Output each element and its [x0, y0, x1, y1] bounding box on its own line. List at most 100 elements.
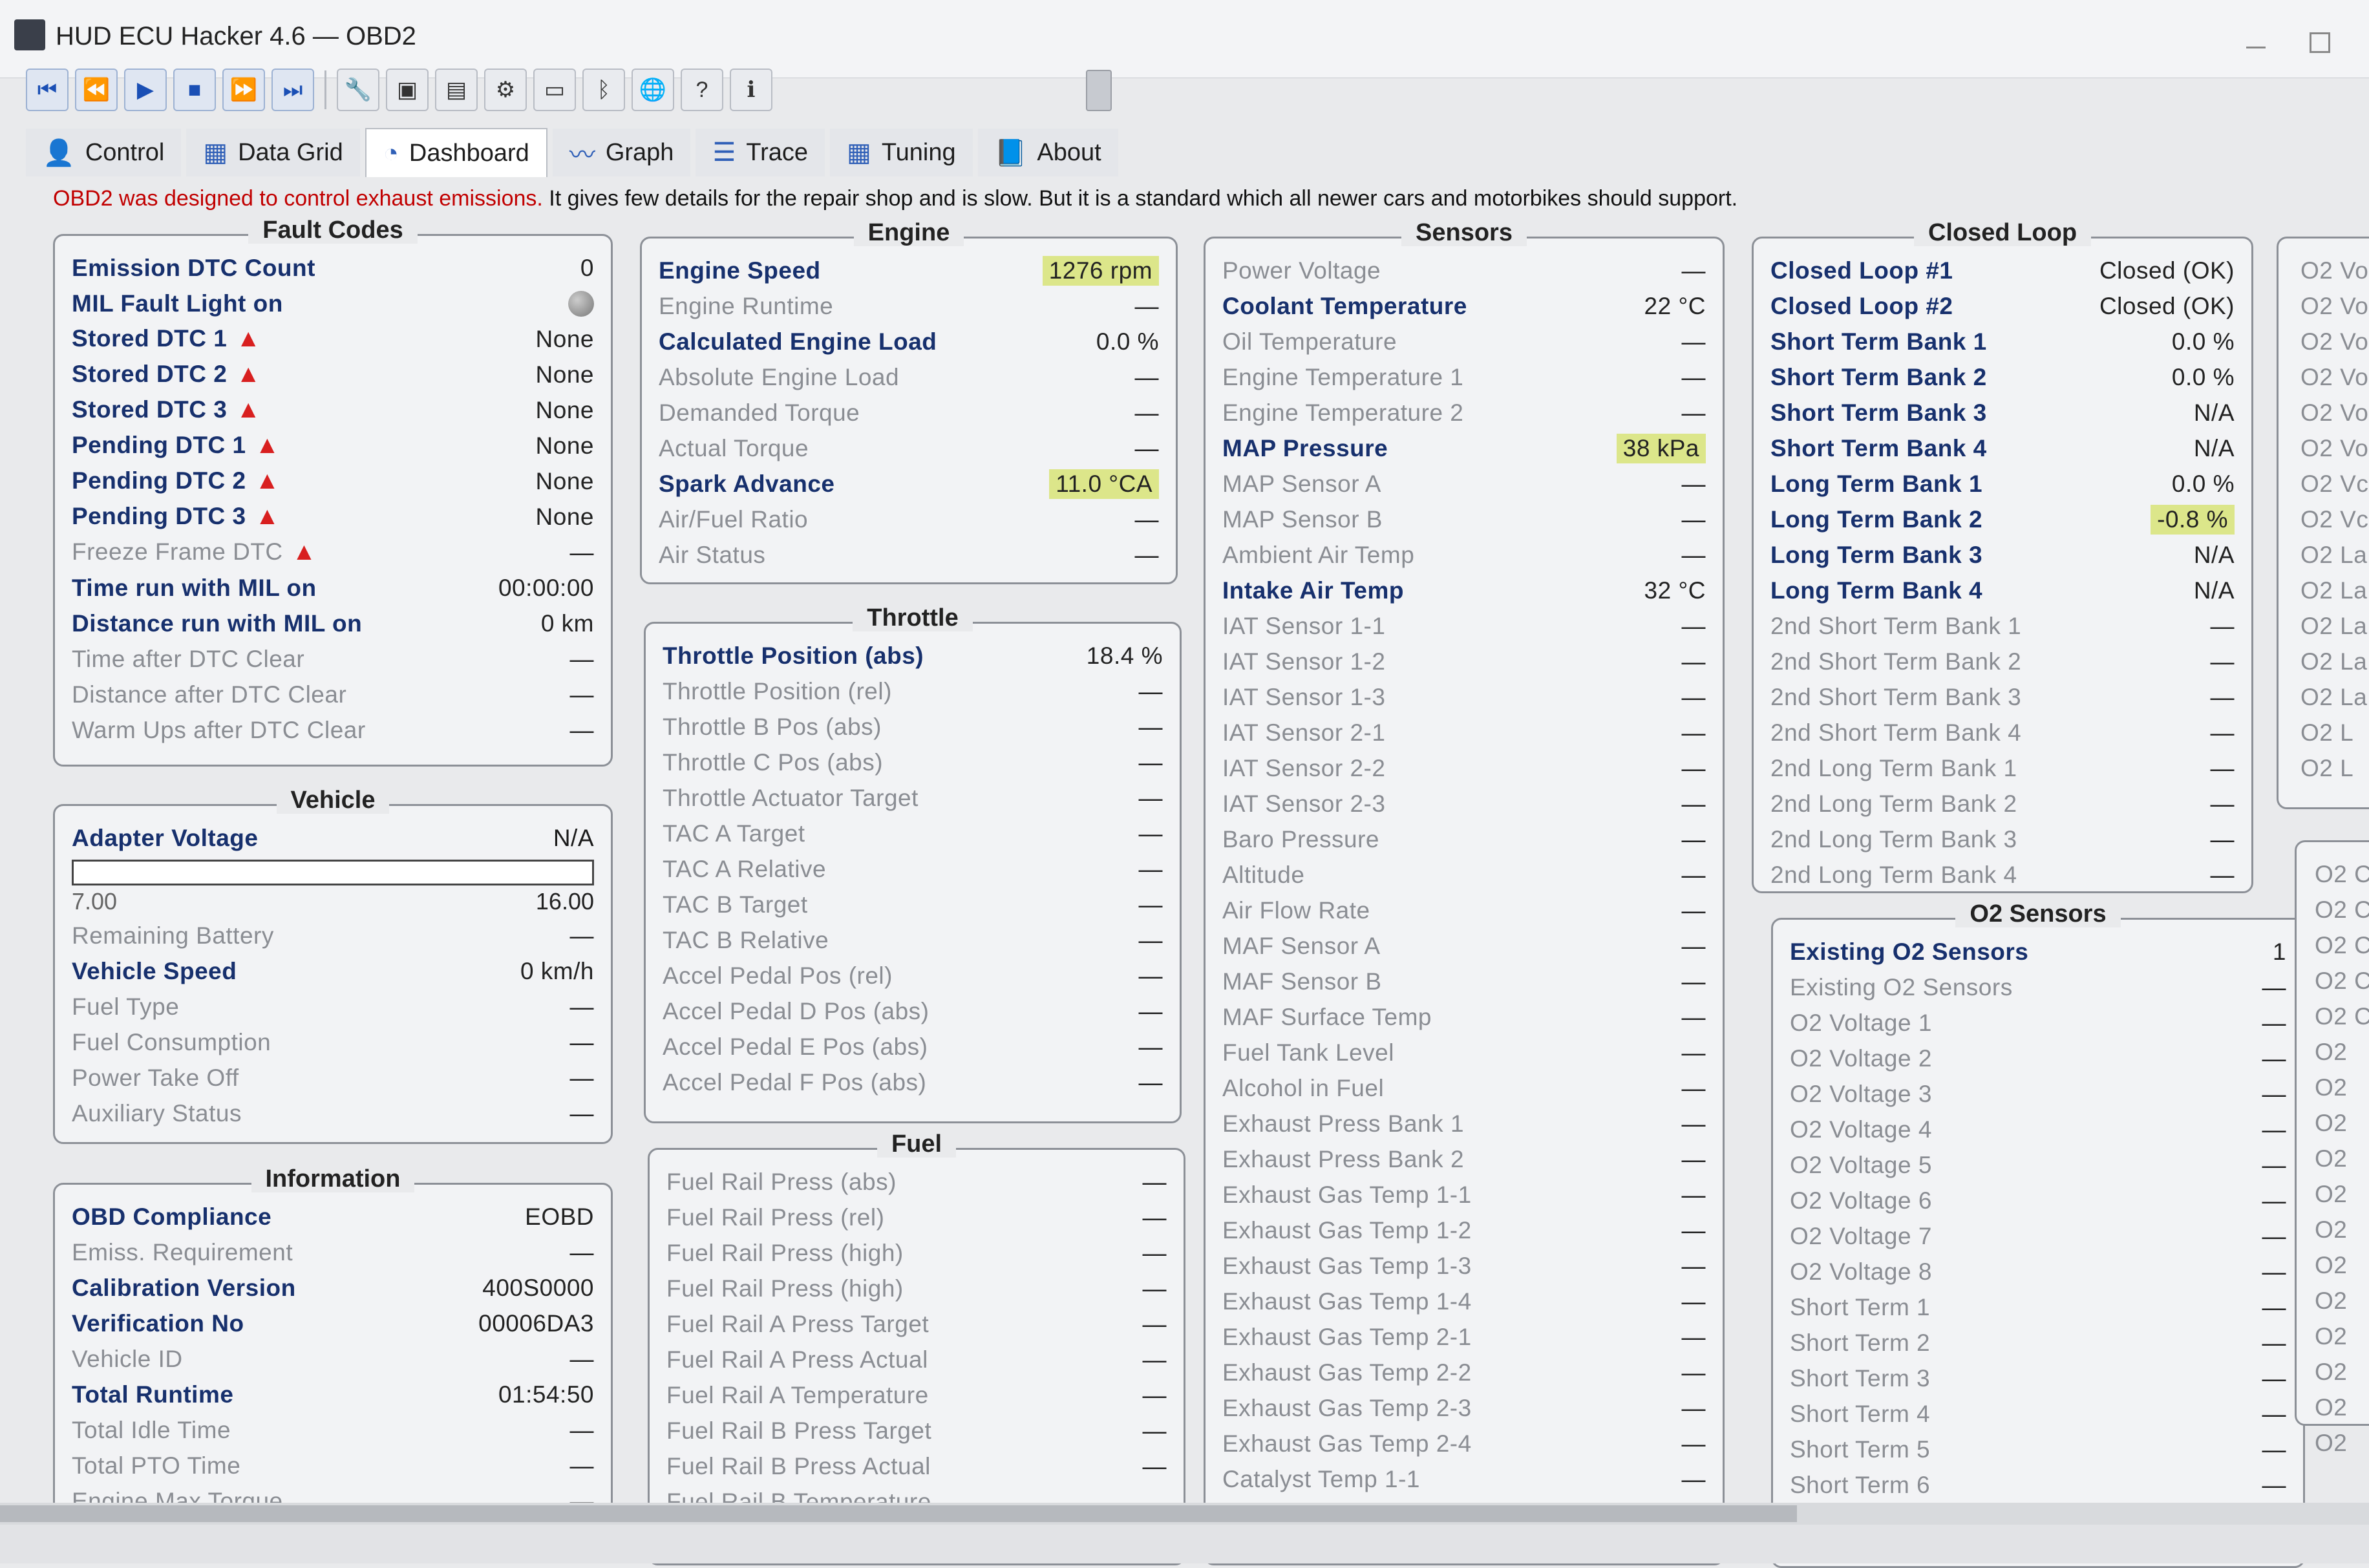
data-row[interactable]: IAT Sensor 1-1 —: [1222, 608, 1706, 644]
data-row[interactable]: Vehicle Speed 0 km/h: [72, 953, 594, 989]
data-row[interactable]: Fuel Rail A Press Target —: [666, 1306, 1167, 1342]
data-row[interactable]: Short Term Bank 3 N/A: [1770, 395, 2235, 430]
data-row[interactable]: Long Term Bank 2 -0.8 %: [1770, 502, 2235, 537]
data-row[interactable]: Fuel Rail A Press Actual —: [666, 1342, 1167, 1377]
data-row[interactable]: Short Term 3 —: [1790, 1361, 2286, 1396]
data-row[interactable]: Ambient Air Temp —: [1222, 537, 1706, 573]
data-row[interactable]: Time after DTC Clear —: [72, 641, 594, 677]
data-row[interactable]: Accel Pedal E Pos (abs) —: [663, 1029, 1163, 1065]
data-row[interactable]: O2 Voltage 3 —: [1790, 1076, 2286, 1112]
data-row[interactable]: Accel Pedal Pos (rel) —: [663, 958, 1163, 993]
data-row[interactable]: OBD Compliance EOBD: [72, 1199, 594, 1234]
maximize-button[interactable]: [2310, 32, 2330, 53]
data-row[interactable]: 2nd Long Term Bank 1 —: [1770, 750, 2235, 786]
data-row[interactable]: Fuel Consumption —: [72, 1024, 594, 1060]
data-row[interactable]: Exhaust Gas Temp 2-4 —: [1222, 1426, 1706, 1461]
horizontal-scrollbar[interactable]: [0, 1503, 2369, 1525]
data-row[interactable]: Remaining Battery —: [72, 918, 594, 953]
data-row[interactable]: IAT Sensor 2-1 —: [1222, 715, 1706, 750]
data-row[interactable]: Long Term Bank 3 N/A: [1770, 537, 2235, 573]
data-row[interactable]: Vehicle ID —: [72, 1341, 594, 1377]
globe-button[interactable]: 🌐: [632, 69, 674, 111]
data-row[interactable]: MAF Sensor B —: [1222, 964, 1706, 999]
adapter-voltage-row[interactable]: Adapter Voltage N/A: [72, 820, 594, 856]
data-row[interactable]: Spark Advance 11.0 °CA: [659, 466, 1159, 502]
data-row[interactable]: MAF Surface Temp —: [1222, 999, 1706, 1035]
data-row[interactable]: Total Runtime 01:54:50: [72, 1377, 594, 1412]
data-row[interactable]: MAF Sensor A —: [1222, 928, 1706, 964]
data-row[interactable]: Baro Pressure —: [1222, 821, 1706, 857]
data-row[interactable]: O2 Voltage 6 —: [1790, 1183, 2286, 1218]
data-row[interactable]: 2nd Short Term Bank 2 —: [1770, 644, 2235, 679]
data-row[interactable]: Catalyst Temp 1-1 —: [1222, 1461, 1706, 1497]
data-row[interactable]: Intake Air Temp 32 °C: [1222, 573, 1706, 608]
data-row[interactable]: Short Term 2 —: [1790, 1325, 2286, 1361]
data-row[interactable]: Short Term 1 —: [1790, 1289, 2286, 1325]
data-row[interactable]: O2 Voltage 5 —: [1790, 1147, 2286, 1183]
data-row[interactable]: Accel Pedal D Pos (abs) —: [663, 993, 1163, 1029]
data-row[interactable]: Short Term Bank 4 N/A: [1770, 430, 2235, 466]
data-row[interactable]: Existing O2 Sensors —: [1790, 969, 2286, 1005]
data-row[interactable]: Short Term 4 —: [1790, 1396, 2286, 1432]
data-row[interactable]: Closed Loop #2 Closed (OK): [1770, 288, 2235, 324]
data-row[interactable]: TAC B Relative —: [663, 922, 1163, 958]
play-button[interactable]: ▶: [124, 69, 167, 111]
data-row[interactable]: O2 Voltage 1 —: [1790, 1005, 2286, 1041]
skip-first-button[interactable]: ⏮: [26, 69, 69, 111]
data-row[interactable]: IAT Sensor 1-3 —: [1222, 679, 1706, 715]
data-row[interactable]: MAP Sensor B —: [1222, 502, 1706, 537]
data-row[interactable]: Distance run with MIL on 0 km: [72, 606, 594, 641]
data-row[interactable]: IAT Sensor 1-2 —: [1222, 644, 1706, 679]
tab-trace[interactable]: ☰ Trace: [696, 129, 825, 176]
data-row[interactable]: Stored DTC 3 ▲ None: [72, 392, 594, 428]
tab-tuning[interactable]: ▦ Tuning: [830, 129, 973, 176]
data-row[interactable]: Air Flow Rate —: [1222, 893, 1706, 928]
data-row[interactable]: Total PTO Time —: [72, 1448, 594, 1483]
data-row[interactable]: Fuel Rail Press (high) —: [666, 1235, 1167, 1271]
wrench-button[interactable]: 🔧: [337, 69, 379, 111]
data-row[interactable]: Fuel Rail A Temperature —: [666, 1377, 1167, 1413]
data-row[interactable]: Exhaust Gas Temp 1-4 —: [1222, 1284, 1706, 1319]
data-row[interactable]: Auxiliary Status —: [72, 1096, 594, 1131]
data-row[interactable]: 2nd Short Term Bank 1 —: [1770, 608, 2235, 644]
tab-about[interactable]: 📘 About: [977, 129, 1118, 176]
data-row[interactable]: Actual Torque —: [659, 430, 1159, 466]
data-row[interactable]: Calculated Engine Load 0.0 %: [659, 324, 1159, 359]
chart-window-button[interactable]: ▤: [435, 69, 478, 111]
data-row[interactable]: IAT Sensor 2-3 —: [1222, 786, 1706, 821]
data-row[interactable]: Throttle B Pos (abs) —: [663, 709, 1163, 745]
data-row[interactable]: Emission DTC Count 0: [72, 250, 594, 286]
data-row[interactable]: TAC A Target —: [663, 816, 1163, 851]
data-row[interactable]: Accel Pedal F Pos (abs) —: [663, 1065, 1163, 1100]
data-row[interactable]: 2nd Long Term Bank 4 —: [1770, 857, 2235, 893]
data-row[interactable]: Freeze Frame DTC ▲ —: [72, 535, 594, 570]
data-row[interactable]: Engine Temperature 2 —: [1222, 395, 1706, 430]
data-row[interactable]: O2 Voltage 8 —: [1790, 1254, 2286, 1289]
data-row[interactable]: Fuel Rail B Press Target —: [666, 1413, 1167, 1448]
data-row[interactable]: Short Term 6 —: [1790, 1467, 2286, 1503]
data-row[interactable]: Stored DTC 1 ▲ None: [72, 321, 594, 357]
rewind-button[interactable]: ⏪: [75, 69, 118, 111]
data-row[interactable]: Oil Temperature —: [1222, 324, 1706, 359]
scrollbar-thumb[interactable]: [0, 1505, 1797, 1522]
data-row[interactable]: Time run with MIL on 00:00:00: [72, 570, 594, 606]
data-row[interactable]: Air/Fuel Ratio —: [659, 502, 1159, 537]
data-row[interactable]: 2nd Long Term Bank 2 —: [1770, 786, 2235, 821]
data-row[interactable]: Existing O2 Sensors 1: [1790, 934, 2286, 969]
data-row[interactable]: Short Term Bank 1 0.0 %: [1770, 324, 2235, 359]
data-row[interactable]: Pending DTC 2 ▲ None: [72, 463, 594, 499]
data-row[interactable]: 2nd Short Term Bank 3 —: [1770, 679, 2235, 715]
data-row[interactable]: Absolute Engine Load —: [659, 359, 1159, 395]
data-row[interactable]: MIL Fault Light on: [72, 286, 594, 321]
data-row[interactable]: Exhaust Press Bank 2 —: [1222, 1141, 1706, 1177]
toolbar-splitter-handle[interactable]: [1086, 70, 1112, 111]
stop-button[interactable]: ■: [173, 69, 216, 111]
data-row[interactable]: O2 Voltage 7 —: [1790, 1218, 2286, 1254]
data-row[interactable]: Demanded Torque —: [659, 395, 1159, 430]
data-row[interactable]: Exhaust Gas Temp 1-2 —: [1222, 1213, 1706, 1248]
data-row[interactable]: Short Term 5 —: [1790, 1432, 2286, 1467]
fast-forward-button[interactable]: ⏩: [222, 69, 265, 111]
data-row[interactable]: Coolant Temperature 22 °C: [1222, 288, 1706, 324]
minimize-button[interactable]: [2246, 47, 2266, 48]
data-row[interactable]: Verification No 00006DA3: [72, 1306, 594, 1341]
